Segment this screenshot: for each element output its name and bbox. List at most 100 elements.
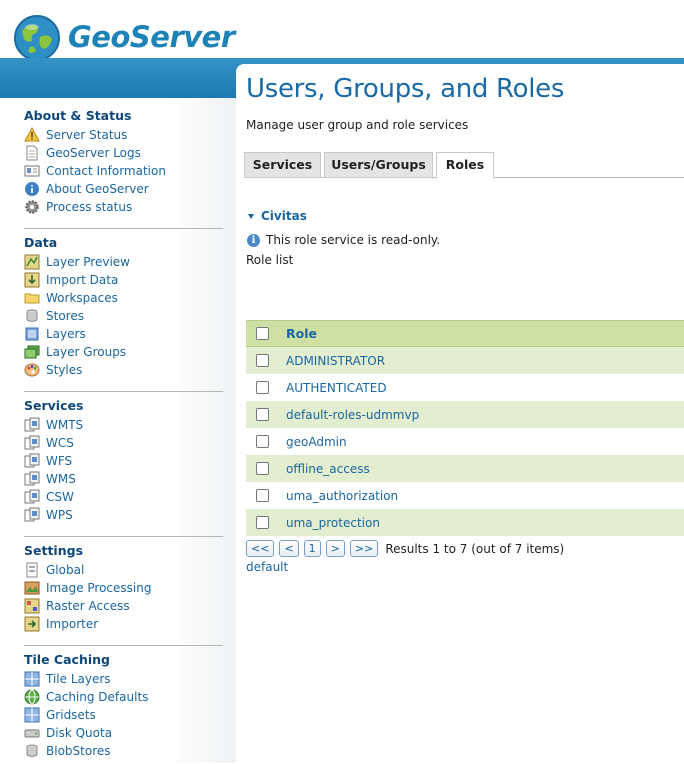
service-icon bbox=[24, 417, 40, 433]
sidebar-item-styles[interactable]: Styles bbox=[24, 361, 223, 379]
geoserver-logo-icon[interactable] bbox=[12, 13, 62, 63]
sidebar-item-disk-quota[interactable]: Disk Quota bbox=[24, 724, 223, 742]
sidebar-section-title: About & Status bbox=[24, 108, 132, 123]
pager-next-button[interactable]: > bbox=[325, 540, 345, 557]
sidebar-section-services: Services WMTS WCS WFS WMS CSW WPS bbox=[24, 396, 223, 524]
sidebar-item-label: CSW bbox=[46, 490, 74, 504]
sidebar-section-about-status: About & Status Server Status GeoServer Log… bbox=[24, 106, 223, 216]
sidebar-item-label: WPS bbox=[46, 508, 73, 522]
sidebar-item-label: Global bbox=[46, 563, 85, 577]
table-header-row: Role bbox=[246, 320, 684, 347]
sidebar-item-csw[interactable]: CSW bbox=[24, 488, 223, 506]
document-icon bbox=[24, 145, 40, 161]
pager-first-button[interactable]: << bbox=[246, 540, 275, 557]
sidebar-item-layer-groups[interactable]: Layer Groups bbox=[24, 343, 223, 361]
sidebar-item-label: Caching Defaults bbox=[46, 690, 149, 704]
row-checkbox[interactable] bbox=[256, 489, 269, 502]
palette-icon bbox=[24, 362, 40, 378]
service-toggle[interactable]: Civitas bbox=[248, 209, 307, 223]
table-row: ADMINISTRATOR bbox=[246, 347, 684, 374]
sidebar-item-blobstores[interactable]: BlobStores bbox=[24, 742, 223, 760]
row-checkbox[interactable] bbox=[256, 381, 269, 394]
sidebar-item-caching-defaults[interactable]: Caching Defaults bbox=[24, 688, 223, 706]
sidebar-item-label: Import Data bbox=[46, 273, 119, 287]
sidebar-item-wps[interactable]: WPS bbox=[24, 506, 223, 524]
sidebar-item-label: Layer Preview bbox=[46, 255, 130, 269]
roles-table: Role ADMINISTRATOR AUTHENTICATED default… bbox=[246, 320, 684, 536]
sidebar-item-label: Gridsets bbox=[46, 708, 96, 722]
sidebar-item-label: Raster Access bbox=[46, 599, 130, 613]
page-title: Users, Groups, and Roles bbox=[246, 74, 565, 104]
sidebar-item-wms[interactable]: WMS bbox=[24, 470, 223, 488]
default-link[interactable]: default bbox=[246, 560, 288, 574]
sidebar-item-layer-preview[interactable]: Layer Preview bbox=[24, 253, 223, 271]
service-name: Civitas bbox=[261, 209, 307, 223]
role-link[interactable]: geoAdmin bbox=[286, 435, 347, 449]
map-preview-icon bbox=[24, 254, 40, 270]
row-checkbox[interactable] bbox=[256, 435, 269, 448]
layer-group-icon bbox=[24, 344, 40, 360]
sidebar-item-geoserver-logs[interactable]: GeoServer Logs bbox=[24, 144, 223, 162]
sidebar-item-process-status[interactable]: Process status bbox=[24, 198, 223, 216]
row-checkbox[interactable] bbox=[256, 408, 269, 421]
sidebar-item-importer[interactable]: Importer bbox=[24, 615, 223, 633]
sidebar-item-wmts[interactable]: WMTS bbox=[24, 416, 223, 434]
sidebar-item-wfs[interactable]: WFS bbox=[24, 452, 223, 470]
row-checkbox[interactable] bbox=[256, 354, 269, 367]
tab-users-groups[interactable]: Users/Groups bbox=[324, 152, 433, 178]
sidebar-item-about-geoserver[interactable]: About GeoServer bbox=[24, 180, 223, 198]
role-link[interactable]: AUTHENTICATED bbox=[286, 381, 387, 395]
pager-prev-button[interactable]: < bbox=[279, 540, 299, 557]
warning-icon bbox=[24, 126, 40, 143]
sidebar-item-wcs[interactable]: WCS bbox=[24, 434, 223, 452]
sidebar-item-label: Layers bbox=[46, 327, 86, 341]
sidebar-item-import-data[interactable]: Import Data bbox=[24, 271, 223, 289]
info-circle-icon bbox=[24, 181, 40, 197]
pager-page-button[interactable]: 1 bbox=[303, 540, 321, 557]
contact-card-icon bbox=[24, 163, 40, 179]
importer-icon bbox=[24, 616, 40, 632]
role-link[interactable]: uma_protection bbox=[286, 516, 380, 530]
sidebar-item-workspaces[interactable]: Workspaces bbox=[24, 289, 223, 307]
role-link[interactable]: ADMINISTRATOR bbox=[286, 354, 385, 368]
row-checkbox[interactable] bbox=[256, 516, 269, 529]
role-link[interactable]: offline_access bbox=[286, 462, 370, 476]
sidebar-item-gridsets[interactable]: Gridsets bbox=[24, 706, 223, 724]
image-icon bbox=[24, 580, 40, 596]
app-name[interactable]: GeoServer bbox=[68, 20, 235, 54]
column-header-role[interactable]: Role bbox=[286, 326, 317, 341]
pager-last-button[interactable]: >> bbox=[349, 540, 379, 557]
service-icon bbox=[24, 471, 40, 487]
sidebar-item-label: WCS bbox=[46, 436, 74, 450]
import-icon bbox=[24, 272, 40, 288]
role-link[interactable]: default-roles-udmmvp bbox=[286, 408, 419, 422]
settings-page-icon bbox=[24, 562, 40, 578]
sidebar-item-server-status[interactable]: Server Status bbox=[24, 126, 223, 144]
sidebar-item-tile-layers[interactable]: Tile Layers bbox=[24, 670, 223, 688]
sidebar-item-label: Workspaces bbox=[46, 291, 118, 305]
info-text: This role service is read-only. bbox=[266, 233, 441, 247]
tab-services[interactable]: Services bbox=[244, 152, 321, 178]
select-all-checkbox[interactable] bbox=[256, 327, 269, 340]
sidebar-item-image-processing[interactable]: Image Processing bbox=[24, 579, 223, 597]
sidebar-item-global[interactable]: Global bbox=[24, 561, 223, 579]
tab-roles[interactable]: Roles bbox=[436, 152, 494, 179]
table-row: default-roles-udmmvp bbox=[246, 401, 684, 428]
info-icon: i bbox=[247, 233, 260, 247]
tab-bar: Services Users/Groups Roles bbox=[244, 152, 684, 179]
table-row: AUTHENTICATED bbox=[246, 374, 684, 401]
sidebar-item-layers[interactable]: Layers bbox=[24, 325, 223, 343]
sidebar-divider bbox=[24, 645, 223, 646]
page-description: Manage user group and role services bbox=[246, 118, 469, 132]
sidebar-item-stores[interactable]: Stores bbox=[24, 307, 223, 325]
sidebar-item-contact-information[interactable]: Contact Information bbox=[24, 162, 223, 180]
sidebar-section-title: Settings bbox=[24, 543, 84, 558]
sidebar-item-raster-access[interactable]: Raster Access bbox=[24, 597, 223, 615]
role-link[interactable]: uma_authorization bbox=[286, 489, 398, 503]
grid-icon bbox=[24, 707, 40, 723]
gear-icon bbox=[24, 199, 40, 215]
sidebar-divider bbox=[24, 536, 223, 537]
row-checkbox[interactable] bbox=[256, 462, 269, 475]
sidebar-item-label: Contact Information bbox=[46, 164, 166, 178]
grid-icon bbox=[24, 671, 40, 687]
